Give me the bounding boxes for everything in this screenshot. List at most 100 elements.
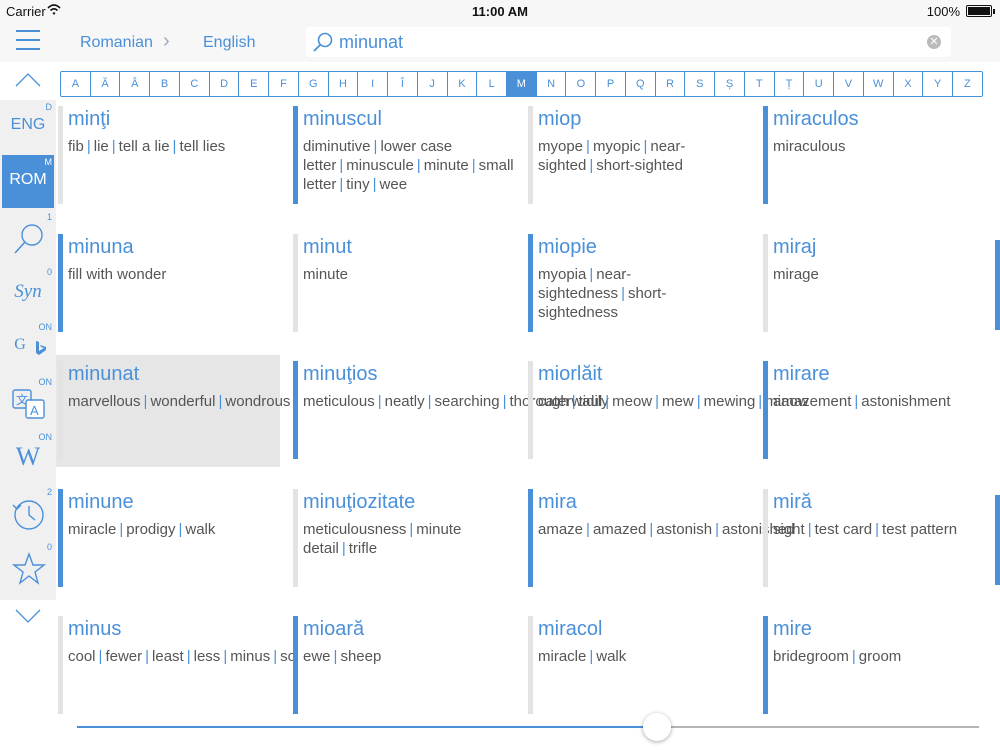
translation-item[interactable]: neatly [385,393,425,410]
translation-item[interactable]: test pattern [882,521,957,538]
dictionary-entry[interactable]: minune miracle | prodigy | walk [56,483,280,595]
translation-item[interactable]: myopia [538,266,586,283]
google-bing-button[interactable]: ON G [2,320,54,373]
dictionary-entry[interactable]: minţi fib | lie | tell a lie | tell lies [56,100,280,212]
alphabet-letter[interactable]: U [804,72,835,96]
alphabet-letter[interactable]: Ă [91,72,121,96]
translation-item[interactable]: meticulousness [303,521,406,538]
alphabet-letter[interactable]: W [864,72,894,96]
translation-item[interactable]: astonish [656,521,712,538]
translation-item[interactable]: ewe [303,648,331,665]
alphabet-letter[interactable]: L [477,72,508,96]
translation-item[interactable]: short-sighted [596,157,683,174]
translation-item[interactable]: tell lies [179,138,225,155]
translation-item[interactable]: walk [596,648,626,665]
translation-item[interactable]: wee [380,176,408,193]
alphabet-letter[interactable]: X [894,72,924,96]
alphabet-letter[interactable]: F [269,72,299,96]
dictionary-entry[interactable]: miracol miracle | walk [526,610,750,722]
favorites-button[interactable]: 0 [2,540,54,593]
alphabet-letter[interactable]: Î [388,72,418,96]
translation-item[interactable]: minus [230,648,270,665]
translation-item[interactable]: myopic [593,138,641,155]
alphabet-letter[interactable]: J [418,72,448,96]
dictionary-entry[interactable]: miraculos miraculous [761,100,985,212]
translation-item[interactable]: prodigy [126,521,175,538]
dictionary-entry[interactable]: minuna fill with wonder [56,228,280,340]
dictionary-entry[interactable]: miraj mirage [761,228,985,340]
alphabet-letter[interactable]: Â [120,72,151,96]
translation-item[interactable]: test card [815,521,873,538]
translation-item[interactable]: cool [68,648,96,665]
translation-item[interactable]: fib [68,138,84,155]
alphabet-letter[interactable]: T [745,72,775,96]
alphabet-letter[interactable]: E [239,72,270,96]
slider-thumb[interactable] [643,713,671,741]
dictionary-entry[interactable]: mioară ewe | sheep [291,610,515,722]
translation-item[interactable]: miracle [538,648,586,665]
alphabet-letter[interactable]: K [448,72,478,96]
rom-dictionary-button[interactable]: M ROM [2,155,54,208]
dictionary-entry[interactable]: miopie myopia | near-sightedness | short-sigh… [526,228,750,340]
alphabet-letter[interactable]: Y [923,72,954,96]
translate-button[interactable]: ON 文 A [2,375,54,428]
translation-item[interactable]: less [194,648,221,665]
translation-item[interactable]: groom [859,648,902,665]
translation-item[interactable]: miraculous [773,138,846,155]
alphabet-letter[interactable]: Q [626,72,656,96]
translation-item[interactable]: caterwaul [538,393,602,410]
menu-icon[interactable] [16,30,40,52]
dictionary-entry[interactable]: miop myope | myopic | near-sighted | short-sigh… [526,100,750,212]
translation-item[interactable]: wondrous [225,393,290,410]
dictionary-entry[interactable]: mira amaze | amazed | astonish | astonished [526,483,795,595]
translation-item[interactable]: least [152,648,184,665]
translation-item[interactable]: minuscule [346,157,414,174]
translation-item[interactable]: fewer [105,648,142,665]
wikipedia-button[interactable]: ON W [2,430,54,483]
eng-dictionary-button[interactable]: D ENG [2,100,54,153]
translation-item[interactable]: walk [185,521,215,538]
translation-item[interactable]: searching [435,393,500,410]
alphabet-letter[interactable]: O [566,72,597,96]
translation-item[interactable]: wonderful [150,393,215,410]
translation-item[interactable]: tell a lie [119,138,170,155]
translation-item[interactable]: minute [303,266,348,283]
translation-item[interactable]: amazed [593,521,646,538]
alphabet-letter[interactable]: H [329,72,359,96]
clear-search-button[interactable]: ✕ [927,35,941,49]
translation-item[interactable]: miracle [68,521,116,538]
translation-item[interactable]: trifle [349,540,377,557]
alphabet-letter[interactable]: S [685,72,716,96]
alphabet-letter[interactable]: R [656,72,686,96]
target-language-button[interactable]: English [203,34,255,52]
translation-item[interactable]: minute [424,157,469,174]
translation-item[interactable]: amazement [773,393,851,410]
dictionary-entry[interactable]: miorlăit caterwaul | meow | mew | mewing | miaow [526,355,809,467]
translation-item[interactable]: astonishment [861,393,950,410]
dictionary-entry[interactable]: minuţios meticulous | neatly | searching | thor… [291,355,609,467]
translation-item[interactable]: marvellous [68,393,141,410]
translation-item[interactable]: fill with wonder [68,266,166,283]
chevron-up-icon[interactable] [14,70,42,90]
alphabet-letter[interactable]: A [61,72,91,96]
source-language-button[interactable]: Romanian [80,34,153,52]
dictionary-entry[interactable]: miră sight | test card | test pattern [761,483,985,595]
page-slider[interactable] [77,713,979,741]
translation-item[interactable]: mew [662,393,694,410]
dictionary-entry[interactable]: minus cool | fewer | least | less | minus | so [56,610,296,722]
alphabet-letter[interactable]: P [596,72,626,96]
dictionary-entry[interactable]: mirare amazement | astonishment [761,355,985,467]
translation-item[interactable]: meticulous [303,393,375,410]
dictionary-entry[interactable]: minunat marvellous | wonderful | wondrous [56,355,290,467]
dictionary-entry[interactable]: minut minute [291,228,515,340]
alphabet-letter[interactable]: D [210,72,240,96]
alphabet-letter[interactable]: V [834,72,864,96]
chevron-down-icon[interactable] [14,606,42,626]
translation-item[interactable]: mirage [773,266,819,283]
alphabet-letter[interactable]: Z [953,72,982,96]
dictionary-entry[interactable]: minuscul diminutive | lower case letter | min… [291,100,515,212]
translation-item[interactable]: mewing [704,393,756,410]
alphabet-letter[interactable]: C [180,72,210,96]
translation-item[interactable]: tiny [346,176,369,193]
alphabet-letter[interactable]: N [537,72,567,96]
